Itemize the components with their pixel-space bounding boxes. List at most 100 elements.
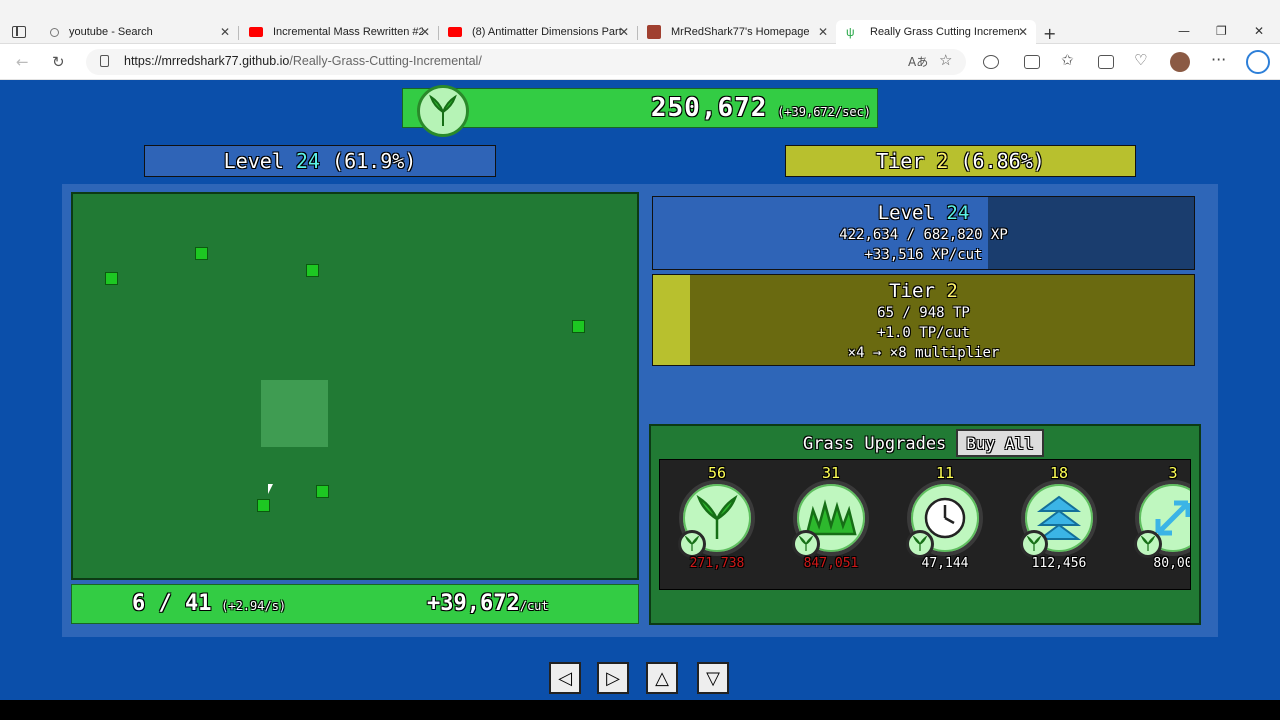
grass-patch[interactable] [105,272,118,285]
grass-currency-icon [678,530,706,558]
triangle-down-icon: ▽ [706,667,720,689]
grass-currency-icon [1020,530,1048,558]
tier-label: Tier [876,149,925,173]
tab-grass-cutting[interactable]: ψ Really Grass Cutting Incremental ✕ [836,20,1036,44]
level-percent: (61.9%) [332,149,417,173]
tab-title: youtube - Search [69,26,153,38]
close-icon[interactable]: ✕ [220,25,230,39]
read-aloud-icon[interactable]: Aあ [908,53,928,70]
tier-value: 2 [936,149,949,173]
split-screen-icon[interactable] [1024,55,1040,69]
upgrade-cost: 47,144 [921,556,969,571]
tier-progress-bar: Tier 2 (6.86%) [785,145,1136,177]
youtube-icon [249,27,263,37]
level-label: Level [223,149,284,173]
tab-title: Really Grass Cutting Incremental [870,26,1020,38]
grass-currency-icon [792,530,820,558]
cutting-range-indicator [261,380,328,447]
upgrade-level: 3 [1168,464,1178,482]
lock-icon [100,55,109,67]
level-info-title: Level [877,202,947,224]
close-icon[interactable]: ✕ [1018,25,1028,39]
level-info-box: Level 24 422,634 / 682,820 XP +33,516 XP… [652,196,1195,270]
browser-essentials-icon[interactable]: ♡ [1134,51,1147,69]
window-close-icon[interactable]: ✕ [1254,24,1264,38]
browser-tab-bar: youtube - Search ✕ Incremental Mass Rewr… [0,0,1280,44]
extensions-icon[interactable] [983,55,999,69]
restore-icon[interactable]: ❐ [1216,24,1227,38]
tier-info-value: 2 [946,280,958,302]
tab-youtube-search[interactable]: youtube - Search ✕ [40,20,238,44]
url-path: /Really-Grass-Cutting-Incremental/ [289,54,482,68]
grass-upgrades-panel: Grass Upgrades Buy All 56 271,738 31 847… [649,424,1201,625]
upgrade-grass-value[interactable]: 56 271,738 [662,460,772,589]
grass-field[interactable] [71,192,639,580]
refresh-icon[interactable]: ↻ [52,53,65,71]
tab-mrredshark-homepage[interactable]: MrRedShark77's Homepage ✕ [637,20,836,44]
upgrade-cost: 271,738 [689,556,745,571]
close-icon[interactable]: ✕ [420,25,430,39]
xp-per-cut: +33,516 XP/cut [864,247,983,263]
level-info-value: 24 [946,202,970,224]
close-icon[interactable]: ✕ [818,25,828,39]
tier-info-box: Tier 2 65 / 948 TP +1.0 TP/cut ×4 → ×8 m… [652,274,1195,366]
triangle-left-icon: ◁ [558,667,572,689]
upgrade-xp[interactable]: 18 112,456 [1004,460,1114,589]
more-menu-icon[interactable]: ··· [1211,50,1226,69]
tab-title: MrRedShark77's Homepage [671,26,810,38]
screen-bottom-border [0,700,1280,720]
buy-all-button[interactable]: Buy All [956,429,1044,457]
url-field[interactable]: https://mrredshark77.github.io/Really-Gr… [86,49,966,75]
avatar[interactable] [1170,52,1190,72]
triangle-right-icon: ▷ [606,667,620,689]
grass-patch[interactable] [195,247,208,260]
upgrade-cost: 847,051 [803,556,859,571]
tier-percent: (6.86%) [960,149,1045,173]
nav-right-button[interactable]: ▷ [597,662,629,694]
grass-count: 6 / 41 [132,591,212,616]
tier-multiplier: ×4 → ×8 multiplier [847,345,1000,361]
upgrade-range[interactable]: 3 80,00 [1118,460,1191,589]
url-host: https://mrredshark77.github.io [124,54,290,68]
grass-count-bar: 6 / 41 (+2.94/s) +39,672/cut [71,584,639,624]
grass-spawn-rate: (+2.94/s) [221,599,287,613]
per-cut-unit: /cut [519,599,549,613]
close-icon[interactable]: ✕ [619,25,629,39]
upgrades-title: Grass Upgrades [803,434,947,454]
address-bar: ← ↻ https://mrredshark77.github.io/Reall… [0,44,1280,80]
nav-left-button[interactable]: ◁ [549,662,581,694]
favorites-icon[interactable]: ✩ [1061,51,1074,69]
grass-patch[interactable] [316,485,329,498]
grass-patch[interactable] [572,320,585,333]
upgrade-cost: 80,00 [1153,556,1191,571]
nav-up-button[interactable]: △ [646,662,678,694]
value-per-cut: +39,672 [427,591,520,616]
upgrade-grow-speed[interactable]: 11 47,144 [890,460,1000,589]
grass-amount: 250,672 [650,93,768,123]
minimize-icon[interactable]: — [1178,24,1190,38]
upgrade-more-grass[interactable]: 31 847,051 [776,460,886,589]
tab-actions-icon[interactable] [12,26,26,38]
new-tab-button[interactable]: + [1043,24,1056,43]
grass-currency-icon [1134,530,1162,558]
favorite-star-icon[interactable]: ☆ [939,51,952,69]
nav-down-button[interactable]: ▽ [697,662,729,694]
grass-sprout-icon [417,85,469,137]
grass-currency-bar: 250,672 (+39,672/sec) [402,85,878,137]
grass-patch[interactable] [306,264,319,277]
tier-tp: 65 / 948 TP [877,305,970,321]
tier-info-title: Tier [889,280,947,302]
youtube-icon [448,27,462,37]
collections-icon[interactable] [1098,55,1114,69]
tab-incremental-mass[interactable]: Incremental Mass Rewritten #25 ✕ [239,20,438,44]
upgrades-strip[interactable]: 56 271,738 31 847,051 11 47,144 18 112,4… [659,459,1191,590]
level-xp: 422,634 / 682,820 XP [839,227,1008,243]
grass-patch[interactable] [257,499,270,512]
copilot-icon[interactable] [1246,50,1270,74]
grass-rate: (+39,672/sec) [777,105,871,119]
back-icon[interactable]: ← [16,53,29,71]
triangle-up-icon: △ [655,667,669,689]
tab-antimatter-dimensions[interactable]: (8) Antimatter Dimensions Part 3 ✕ [438,20,637,44]
grass-favicon-icon: ψ [846,25,855,39]
tab-title: (8) Antimatter Dimensions Part 3 [472,26,622,38]
